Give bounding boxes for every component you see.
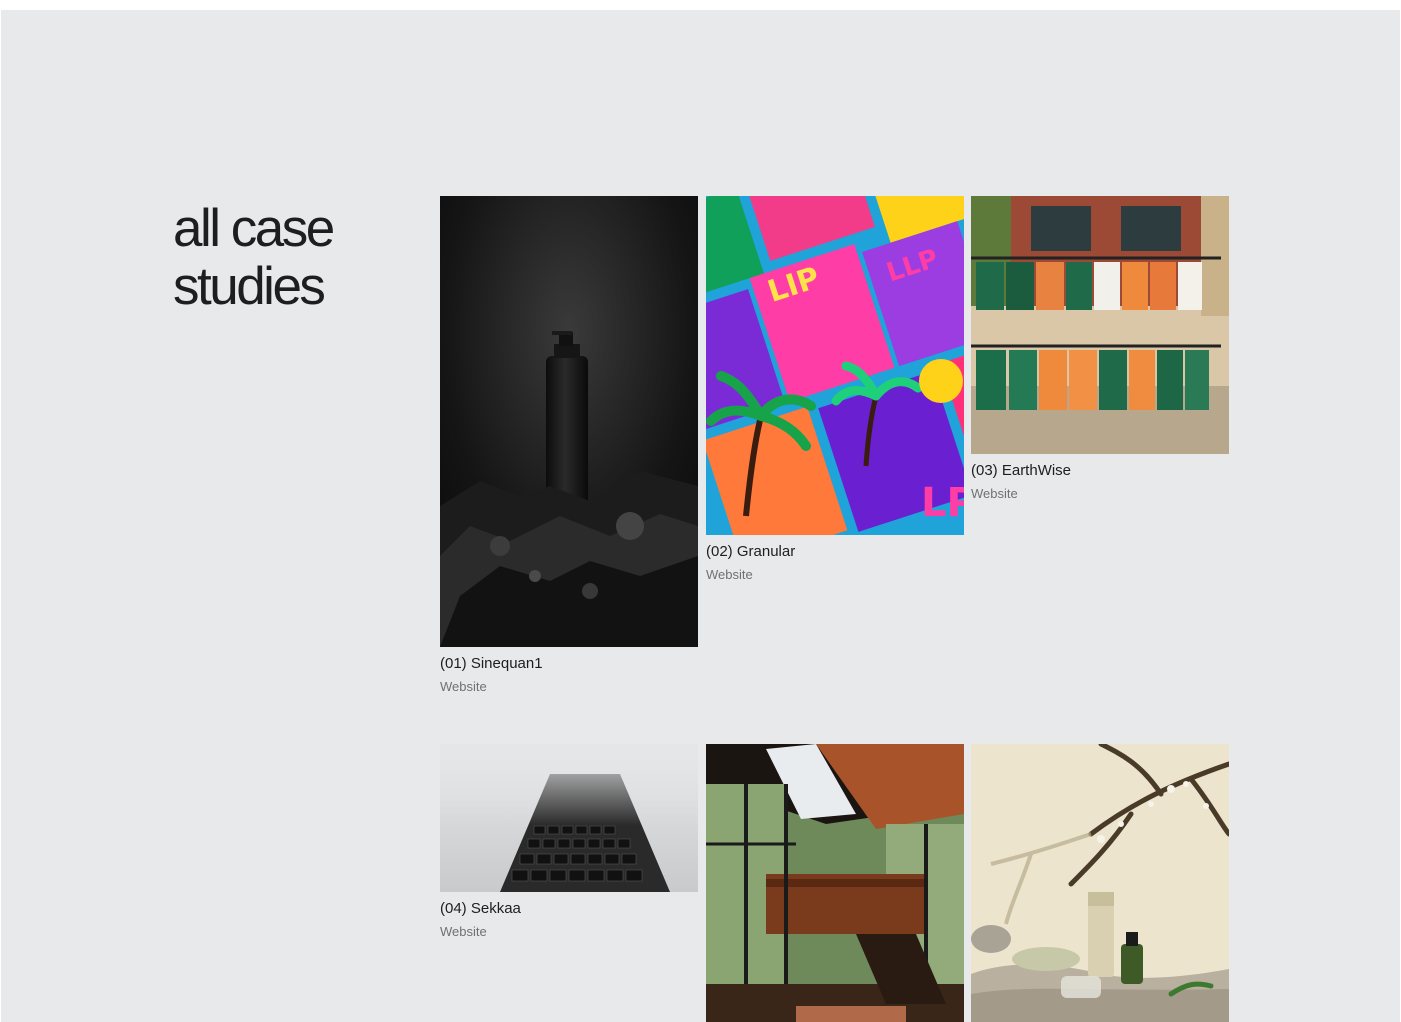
page-title-line-1: all case	[173, 199, 335, 258]
case-study-card-sinequan1[interactable]: (01) Sinequan1 Website	[440, 196, 698, 695]
case-study-card-earthwise[interactable]: (03) EarthWise Website	[971, 196, 1229, 502]
case-study-card-sekkaa[interactable]: (04) Sekkaa Website	[440, 744, 698, 940]
bottle-image-icon	[440, 196, 698, 647]
house-interior-image-icon	[706, 744, 964, 1022]
case-study-title[interactable]: (01) Sinequan1	[440, 655, 698, 673]
case-study-title[interactable]: (04) Sekkaa	[440, 900, 698, 918]
cosmetics-image-icon	[971, 744, 1229, 1022]
case-study-image[interactable]	[971, 744, 1229, 1022]
keyboard-image-icon	[440, 744, 698, 892]
case-study-image[interactable]	[971, 196, 1229, 454]
page-title: all case studies	[173, 200, 413, 316]
page-frame: all case studies (01) Sinequan1 Website …	[1, 10, 1400, 1022]
case-study-category: Website	[440, 924, 487, 939]
case-study-title[interactable]: (03) EarthWise	[971, 462, 1229, 480]
case-study-image[interactable]	[440, 196, 698, 647]
case-study-image[interactable]	[706, 744, 964, 1022]
case-study-title[interactable]: (02) Granular	[706, 543, 964, 561]
case-study-category: Website	[706, 567, 753, 582]
case-study-category: Website	[440, 679, 487, 694]
case-study-image[interactable]: LIP LLP LP	[706, 196, 964, 535]
clothing-rack-image-icon	[971, 196, 1229, 454]
svg-text:LP: LP	[921, 480, 964, 526]
case-study-card-6[interactable]	[971, 744, 1229, 1022]
case-study-card-5[interactable]	[706, 744, 964, 1022]
case-study-card-granular[interactable]: LIP LLP LP (02) Granular Website	[706, 196, 964, 583]
case-study-image[interactable]	[440, 744, 698, 892]
page-title-line-2: studies	[173, 257, 326, 316]
packaging-image-icon: LIP LLP LP	[706, 196, 964, 535]
case-study-category: Website	[971, 486, 1018, 501]
